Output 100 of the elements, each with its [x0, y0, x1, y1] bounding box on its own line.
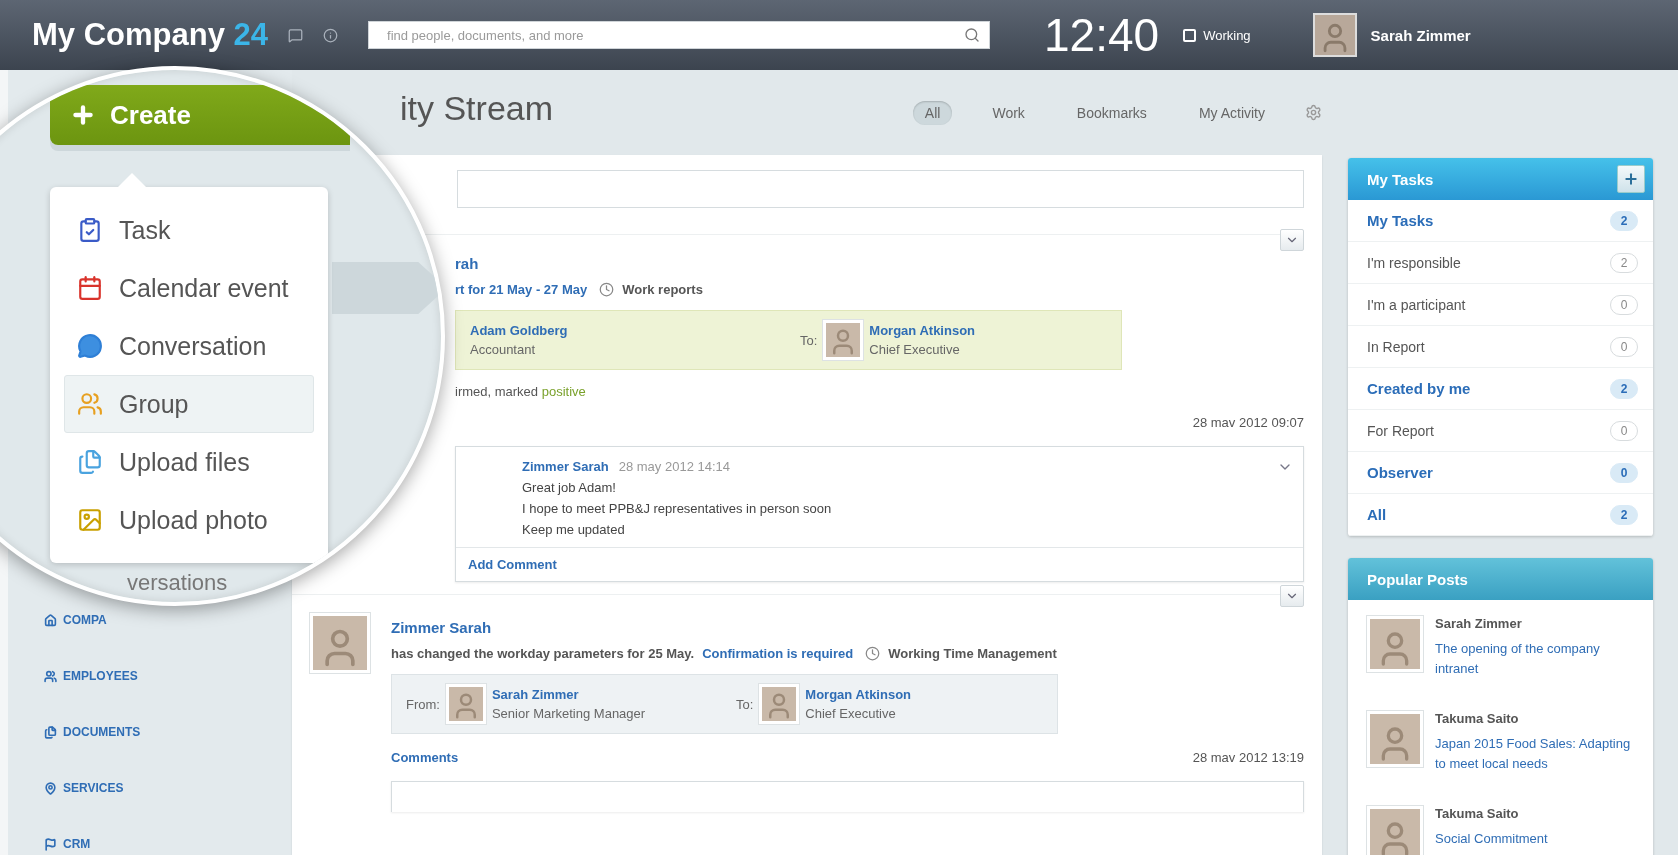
- menu-item[interactable]: Task: [64, 201, 314, 259]
- author-link[interactable]: rah: [455, 255, 479, 272]
- person-link[interactable]: Morgan Atkinson: [869, 323, 976, 338]
- party-label: To:: [736, 696, 754, 712]
- menu-item[interactable]: Group: [64, 375, 314, 433]
- comment-text: Keep me updated: [522, 522, 626, 537]
- count-badge: 0: [1610, 336, 1638, 357]
- category-text: Working Time Management: [888, 646, 1057, 661]
- logo-text[interactable]: My Company 24: [32, 17, 269, 53]
- clock-icon: [599, 282, 615, 297]
- post-text: has changed the workday parameters for 25 May.: [391, 646, 695, 661]
- post-link[interactable]: rt for 21 May - 27 May: [455, 282, 588, 297]
- post-input-field[interactable]: [457, 170, 1304, 208]
- task-filter-item[interactable]: Observer 0: [1348, 452, 1653, 494]
- filter-tab[interactable]: Bookmarks: [1064, 100, 1159, 125]
- avatar-placeholder: [1367, 711, 1423, 767]
- files-icon: [44, 725, 57, 739]
- filter-tab[interactable]: My Activity: [1186, 100, 1277, 125]
- image-icon: [77, 507, 103, 533]
- party-label: From:: [406, 696, 440, 712]
- task-filter-item[interactable]: I'm responsible 2: [1348, 242, 1653, 284]
- result-text: irmed, marked positive: [455, 384, 587, 399]
- comment-author[interactable]: Zimmer Sarah: [522, 459, 609, 474]
- message-icon[interactable]: [288, 27, 304, 43]
- nav-item[interactable]: SERVICES: [44, 778, 292, 798]
- person-role: Chief Executive: [805, 706, 897, 721]
- task-filter-item[interactable]: For Report 0: [1348, 410, 1653, 452]
- person-link[interactable]: Morgan Atkinson: [805, 687, 912, 702]
- task-filter-label: All: [1367, 506, 1387, 523]
- task-filter-label: I'm responsible: [1367, 254, 1461, 271]
- task-filter-label: Observer: [1367, 464, 1433, 481]
- post-title-link[interactable]: Japan 2015 Food Sales: Adapting to meet local needs: [1435, 734, 1635, 774]
- pin-icon: [44, 781, 57, 795]
- count-badge: 0: [1610, 462, 1638, 483]
- people-icon: [44, 669, 57, 683]
- count-badge: 0: [1610, 420, 1638, 441]
- flag-icon: [44, 837, 57, 851]
- post-title-link[interactable]: The opening of the company intranet: [1435, 639, 1635, 679]
- search-icon[interactable]: [964, 27, 981, 43]
- menu-item[interactable]: Upload photo: [64, 491, 314, 549]
- count-badge: 2: [1610, 504, 1638, 525]
- nav-item[interactable]: EMPLOYEES: [44, 666, 292, 686]
- task-filter-label: Created by me: [1367, 380, 1471, 397]
- post-author: Sarah Zimmer: [1435, 616, 1523, 631]
- filter-tab[interactable]: All: [912, 100, 953, 125]
- calendar-icon: [77, 275, 103, 301]
- plus-icon: [1623, 171, 1639, 187]
- task-filter-label: I'm a participant: [1367, 296, 1466, 313]
- search-field[interactable]: find people, documents, and more: [368, 21, 991, 49]
- status-label: Working: [1203, 27, 1251, 43]
- post-date: 28 mav 2012 13:19: [1192, 750, 1304, 765]
- add-comment-link[interactable]: Add Comment: [456, 547, 1303, 581]
- nav-item[interactable]: CRM: [44, 834, 292, 854]
- task-filter-item[interactable]: In Report 0: [1348, 326, 1653, 368]
- home-icon: [44, 613, 57, 627]
- nav-item[interactable]: COMPA: [44, 610, 292, 630]
- task-filter-label: In Report: [1367, 338, 1425, 355]
- person-role: Accountant: [470, 342, 537, 357]
- menu-item[interactable]: Upload files: [64, 433, 314, 491]
- count-badge: 2: [1610, 252, 1638, 273]
- person-link[interactable]: Sarah Zimmer: [491, 687, 646, 702]
- menu-item[interactable]: Conversation: [64, 317, 314, 375]
- task-icon: [77, 217, 103, 243]
- add-button[interactable]: [1617, 165, 1645, 193]
- person-role: Senior Marketing Manager: [491, 706, 646, 721]
- person-role: Chief Executive: [869, 342, 961, 357]
- user-name[interactable]: Sarah Zimmer: [1370, 26, 1471, 44]
- panel-title: Popular Posts: [1367, 570, 1468, 588]
- avatar-placeholder[interactable]: [1312, 13, 1357, 57]
- post-date: 28 mav 2012 09:07: [1192, 415, 1304, 430]
- count-badge: 2: [1610, 210, 1638, 231]
- files-icon: [77, 449, 103, 475]
- status-checkbox[interactable]: [1183, 28, 1197, 42]
- nav-text: versations: [127, 570, 228, 596]
- page-title: ity Stream: [400, 89, 554, 128]
- count-badge: 2: [1610, 378, 1638, 399]
- post-title-link[interactable]: Social Commitment: [1435, 829, 1635, 849]
- post-link[interactable]: Confirmation is required: [702, 646, 854, 661]
- task-filter-label: For Report: [1367, 422, 1434, 439]
- author-link[interactable]: Zimmer Sarah: [391, 619, 492, 636]
- menu-item[interactable]: Calendar event: [64, 259, 314, 317]
- comment-time: 28 may 2012 14:14: [618, 459, 730, 474]
- task-filter-item[interactable]: Created by me 2: [1348, 368, 1653, 410]
- task-filter-item[interactable]: All 2: [1348, 494, 1653, 536]
- comments-link[interactable]: Comments: [391, 750, 459, 765]
- speech-bubble-icon: [77, 333, 103, 359]
- plus-icon: [70, 102, 96, 128]
- task-filter-item[interactable]: I'm a participant 0: [1348, 284, 1653, 326]
- comment-text: Great job Adam!: [522, 480, 617, 495]
- collapse-button[interactable]: [1280, 585, 1304, 607]
- nav-item[interactable]: DOCUMENTS: [44, 722, 292, 742]
- clock-icon: [865, 646, 881, 661]
- filter-tab[interactable]: Work: [980, 100, 1037, 125]
- person-link[interactable]: Adam Goldberg: [470, 323, 568, 338]
- collapse-button[interactable]: [1280, 229, 1304, 251]
- task-filter-label: My Tasks: [1367, 212, 1434, 229]
- avatar-placeholder: [1367, 616, 1423, 672]
- settings-icon[interactable]: [1305, 104, 1322, 121]
- task-filter-item[interactable]: My Tasks 2: [1348, 200, 1653, 242]
- info-icon[interactable]: [323, 27, 339, 43]
